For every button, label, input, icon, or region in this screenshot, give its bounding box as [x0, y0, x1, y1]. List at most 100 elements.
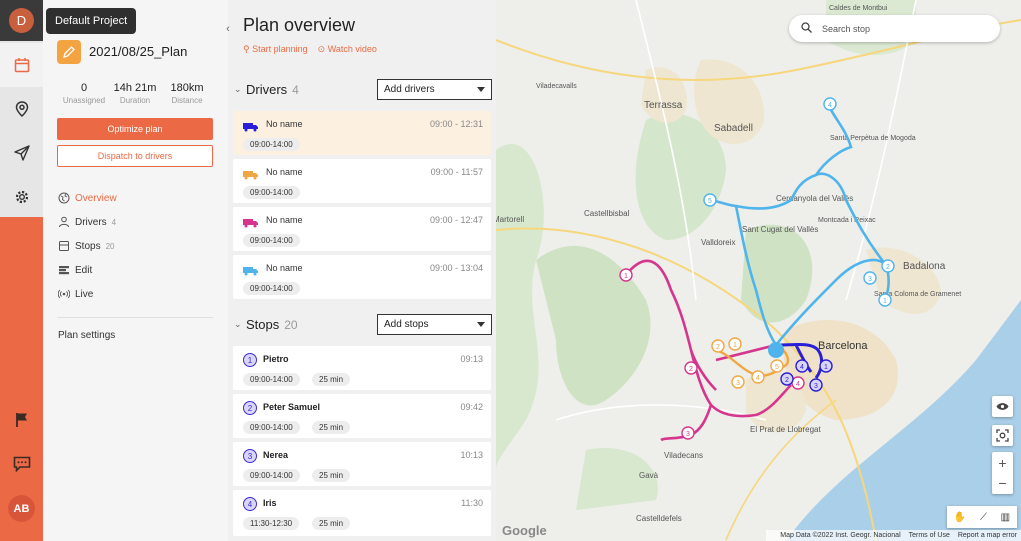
- nav-stops[interactable]: Stops 20: [58, 240, 114, 252]
- place-label: Castelldefels: [636, 514, 682, 523]
- report-link[interactable]: Report a map error: [958, 532, 1017, 539]
- globe-icon: [58, 192, 70, 204]
- driver-time: 09:00 - 13:04: [429, 263, 483, 273]
- zoom-in-icon[interactable]: +: [998, 453, 1006, 473]
- driver-card[interactable]: No name 09:00 - 13:04 09:00-14:00: [233, 255, 491, 299]
- svg-text:5: 5: [775, 364, 779, 371]
- locations-nav[interactable]: [0, 87, 43, 131]
- hand-icon[interactable]: ✋: [954, 512, 966, 523]
- place-label: Martorell: [496, 215, 524, 224]
- fit-bounds-button[interactable]: [992, 425, 1013, 446]
- nav-count: 4: [111, 217, 117, 227]
- select-label: Add stops: [384, 319, 429, 330]
- stop-name: Nerea: [263, 450, 289, 460]
- person-icon: [58, 216, 70, 228]
- start-planning-label: Start planning: [252, 44, 308, 54]
- time-window-badge: 09:00-14:00: [243, 373, 300, 386]
- driver-card[interactable]: No name 09:00 - 11:57 09:00-14:00: [233, 159, 491, 203]
- plan-name[interactable]: 2021/08/25_Plan: [89, 44, 187, 59]
- time-window-badge: 09:00-14:00: [243, 234, 300, 247]
- place-label: Barcelona: [818, 340, 868, 352]
- stops-section-header[interactable]: ⌄ Stops 20 Add stops: [228, 307, 496, 342]
- location-pin-icon: [15, 101, 28, 117]
- driver-card[interactable]: No name 09:00 - 12:31 09:00-14:00: [233, 111, 491, 155]
- nav-live[interactable]: Live: [58, 288, 93, 300]
- time-window-badge: 09:00-14:00: [243, 138, 300, 151]
- plan-settings-link[interactable]: Plan settings: [58, 330, 115, 341]
- drivers-section-header[interactable]: ⌄ Drivers 4 Add drivers: [228, 72, 496, 107]
- nav-overview[interactable]: Overview: [58, 192, 117, 204]
- chevron-down-icon[interactable]: ⌄: [234, 319, 246, 330]
- dropdown-arrow-icon: [477, 87, 485, 92]
- duration-badge: 25 min: [312, 373, 351, 386]
- user-avatar[interactable]: AB: [8, 495, 35, 522]
- svg-text:5: 5: [708, 198, 712, 205]
- driver-card[interactable]: No name 09:00 - 12:47 09:00-14:00: [233, 207, 491, 251]
- route-map[interactable]: Sabadell Terrassa Badalona Barcelona Cas…: [496, 0, 1021, 541]
- broadcast-icon: [58, 288, 70, 300]
- truck-icon: [243, 167, 259, 185]
- driver-time: 09:00 - 11:57: [430, 167, 483, 177]
- add-stops-select[interactable]: Add stops: [377, 314, 492, 335]
- nav-drivers[interactable]: Drivers 4: [58, 216, 116, 228]
- place-label: Terrassa: [644, 100, 683, 111]
- place-label: Castellbisbal: [584, 209, 630, 218]
- place-label: El Prat de Llobregat: [750, 425, 821, 434]
- stop-number-badge: 3: [243, 449, 257, 463]
- terms-link[interactable]: Terms of Use: [909, 532, 950, 539]
- zoom-out-icon[interactable]: −: [998, 473, 1006, 493]
- optimize-plan-button[interactable]: Optimize plan: [57, 118, 213, 140]
- project-tooltip: Default Project: [46, 8, 137, 34]
- search-placeholder: Search stop: [822, 23, 871, 34]
- section-count: 4: [292, 82, 299, 97]
- stop-card[interactable]: 3 Nerea 10:13 09:00-14:00 25 min: [233, 442, 491, 486]
- time-window-badge: 11:30-12:30: [243, 517, 300, 530]
- project-switcher[interactable]: D: [0, 0, 43, 41]
- visibility-toggle-button[interactable]: [992, 396, 1013, 417]
- dispatch-nav[interactable]: [0, 131, 43, 175]
- stop-eta: 10:13: [460, 450, 483, 460]
- stop-card[interactable]: 4 Iris 11:30 11:30-12:30 25 min: [233, 490, 491, 536]
- duration-badge: 25 min: [312, 517, 351, 530]
- nav-edit[interactable]: Edit: [58, 264, 92, 276]
- zoom-control[interactable]: + −: [992, 452, 1013, 494]
- watch-video-link[interactable]: ⊙ Watch video: [318, 44, 377, 55]
- dispatch-to-drivers-button[interactable]: Dispatch to drivers: [57, 145, 213, 167]
- map-tools: ✋ ⟋ ▥: [947, 506, 1017, 528]
- page-title: Plan overview: [243, 15, 356, 35]
- place-label: Valldoreix: [701, 238, 736, 247]
- add-drivers-select[interactable]: Add drivers: [377, 79, 492, 100]
- edit-list-icon: [58, 264, 70, 276]
- driver-time: 09:00 - 12:31: [429, 119, 483, 129]
- stop-card[interactable]: 1 Pietro 09:13 09:00-14:00 25 min: [233, 346, 491, 390]
- svg-text:1: 1: [624, 273, 628, 280]
- search-stop-input[interactable]: Search stop: [789, 15, 1000, 42]
- place-label: Montcada i Reixac: [818, 217, 876, 224]
- svg-text:2: 2: [785, 377, 789, 384]
- svg-text:1: 1: [733, 342, 737, 349]
- draw-icon[interactable]: ⟋: [980, 512, 987, 523]
- truck-icon: [243, 263, 259, 281]
- stop-card[interactable]: 2 Peter Samuel 09:42 09:00-14:00 25 min: [233, 394, 491, 438]
- chevron-down-icon[interactable]: ⌄: [234, 84, 246, 95]
- settings-nav[interactable]: [0, 175, 43, 219]
- help-links: ⚲ Start planning ⊙ Watch video: [243, 44, 377, 55]
- collapse-sidebar-chevron-icon[interactable]: ‹: [222, 22, 234, 36]
- search-icon: [801, 22, 812, 35]
- project-avatar[interactable]: D: [9, 8, 34, 33]
- square-icon[interactable]: ▥: [1001, 512, 1010, 523]
- flag-nav[interactable]: [0, 398, 43, 442]
- chat-icon: [13, 456, 30, 472]
- chat-nav[interactable]: [0, 442, 43, 486]
- map-canvas[interactable]: Sabadell Terrassa Badalona Barcelona Cas…: [496, 0, 1021, 541]
- focus-icon: [996, 429, 1009, 442]
- svg-text:3: 3: [686, 431, 690, 438]
- watch-video-label: Watch video: [327, 44, 377, 54]
- truck-icon: [243, 215, 259, 233]
- start-planning-link[interactable]: ⚲ Start planning: [243, 44, 308, 55]
- stop-number-badge: 2: [243, 401, 257, 415]
- svg-text:4: 4: [800, 364, 804, 371]
- pencil-icon[interactable]: [57, 40, 81, 64]
- attribution-text: Map Data ©2022 Inst. Geogr. Nacional: [780, 532, 901, 539]
- calendar-nav[interactable]: [0, 43, 43, 87]
